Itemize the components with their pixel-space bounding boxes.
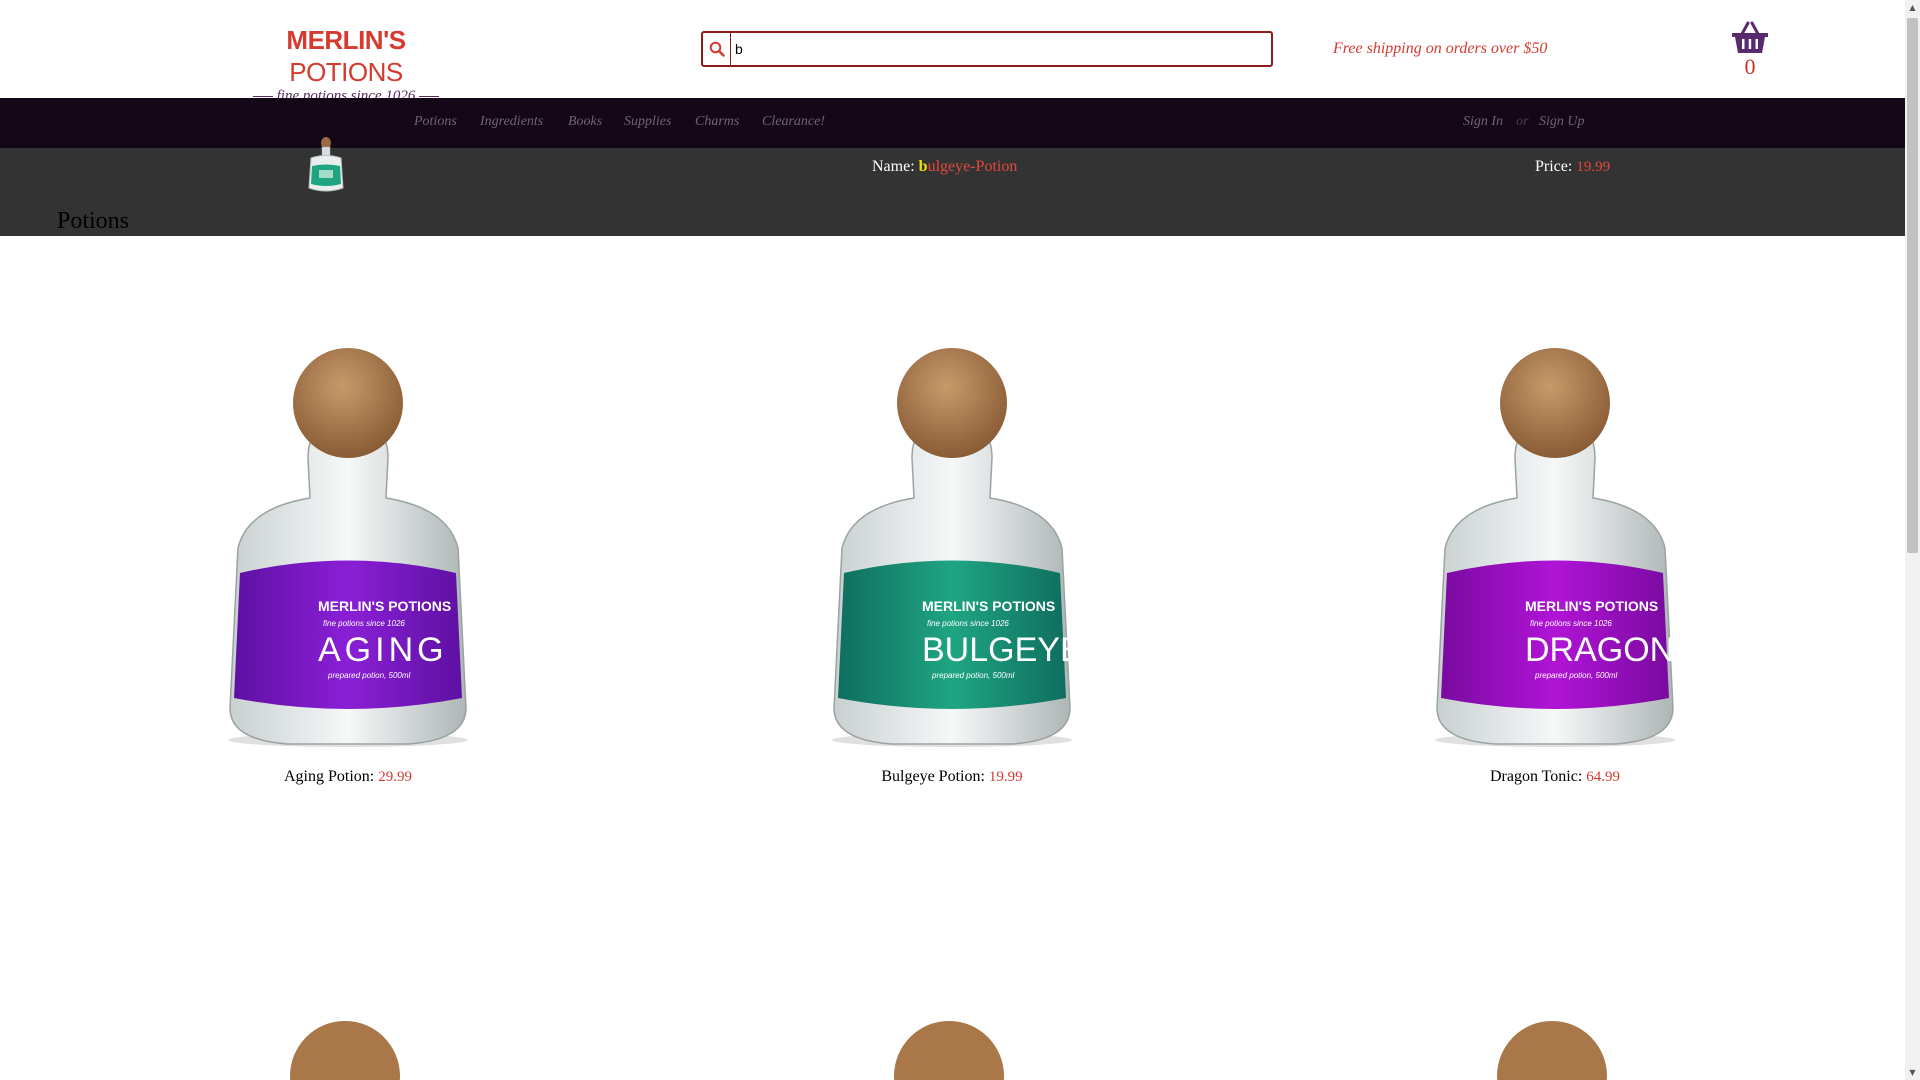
nav-item-books[interactable]: Books xyxy=(568,114,602,130)
bottle-label: BULGEYE xyxy=(922,631,1083,669)
product-price: 19.99 xyxy=(988,769,1023,785)
suggestion-name-rest: ulgeye-Potion xyxy=(927,158,1018,175)
product-price: 64.99 xyxy=(1586,769,1621,785)
bottle-label: AGING xyxy=(318,631,448,669)
product-image: MERLIN'S POTIONS fine potions since 1026… xyxy=(228,348,468,747)
site-header: MERLIN'S POTIONS fine potions since 1026… xyxy=(0,0,1905,104)
cart-button[interactable]: 0 xyxy=(1730,20,1770,80)
sign-in-link[interactable]: Sign In xyxy=(1463,114,1503,130)
suggestion-price: Price: 19.99 xyxy=(1535,158,1610,176)
search-icon xyxy=(709,41,725,57)
product-image-partial[interactable] xyxy=(889,1018,1009,1080)
product-image-partial[interactable] xyxy=(285,1018,405,1080)
product-card[interactable]: MERLIN'S POTIONS fine potions since 1026… xyxy=(792,348,1112,786)
product-name: Aging Potion: xyxy=(284,768,375,785)
basket-icon xyxy=(1732,21,1768,53)
bottle-tagline: fine potions since 1026 xyxy=(927,619,1009,628)
nav-or-text: or xyxy=(1516,114,1529,129)
scroll-thumb[interactable] xyxy=(1907,18,1918,553)
suggestion-name-label: Name: xyxy=(872,158,915,175)
suggestion-thumbnail xyxy=(308,137,344,192)
scroll-up-arrow[interactable]: ▲ xyxy=(1905,0,1920,15)
tagline-rule-left xyxy=(252,96,273,97)
product-image: MERLIN'S POTIONS fine potions since 1026… xyxy=(1435,348,1675,747)
search-button[interactable] xyxy=(703,33,731,65)
scroll-down-arrow[interactable]: ▼ xyxy=(1905,1065,1920,1080)
tagline-rule-right xyxy=(419,96,440,97)
bottle-brand: MERLIN'S POTIONS xyxy=(922,598,1055,614)
product-name: Bulgeye Potion: xyxy=(881,768,985,785)
page-scrollbar[interactable]: ▲ ▼ xyxy=(1905,0,1920,1080)
search-input[interactable] xyxy=(735,33,1265,65)
suggestion-price-label: Price: xyxy=(1535,158,1573,175)
bottle-sub: prepared potion, 500ml xyxy=(931,671,1015,680)
bottle-sub: prepared potion, 500ml xyxy=(1534,671,1618,680)
logo-title-rest: POTIONS xyxy=(289,57,403,87)
bottle-tagline: fine potions since 1026 xyxy=(1530,619,1612,628)
product-caption: Aging Potion: 29.99 xyxy=(188,768,508,786)
product-card[interactable]: MERLIN'S POTIONS fine potions since 1026… xyxy=(188,348,508,786)
bottle-label: DRAGON xyxy=(1525,631,1674,669)
nav-item-charms[interactable]: Charms xyxy=(695,114,739,130)
bottle-brand: MERLIN'S POTIONS xyxy=(1525,598,1658,614)
bottle-tagline: fine potions since 1026 xyxy=(323,619,405,628)
bottle-sub: prepared potion, 500ml xyxy=(327,671,411,680)
suggestion-name-match: b xyxy=(918,158,928,175)
product-name: Dragon Tonic: xyxy=(1489,768,1583,785)
product-card[interactable]: MERLIN'S POTIONS fine potions since 1026… xyxy=(1395,348,1715,786)
section-title: Potions xyxy=(57,208,130,234)
search-box xyxy=(701,31,1273,67)
bottle-brand: MERLIN'S POTIONS xyxy=(318,598,451,614)
cart-count: 0 xyxy=(1744,54,1756,79)
product-caption: Bulgeye Potion: 19.99 xyxy=(792,768,1112,786)
logo-title-bold: MERLIN'S xyxy=(286,25,406,55)
main-nav: Potions Ingredients Books Supplies Charm… xyxy=(0,98,1905,148)
free-shipping-text: Free shipping on orders over $50 xyxy=(1333,40,1548,57)
suggestion-price-value: 19.99 xyxy=(1576,159,1611,175)
nav-item-supplies[interactable]: Supplies xyxy=(624,114,671,130)
suggestion-name: Name: bulgeye-Potion xyxy=(872,158,1017,176)
nav-item-potions[interactable]: Potions xyxy=(414,114,457,130)
nav-item-ingredients[interactable]: Ingredients xyxy=(480,114,543,130)
product-caption: Dragon Tonic: 64.99 xyxy=(1395,768,1715,786)
logo-title: MERLIN'S POTIONS xyxy=(246,24,446,88)
site-logo[interactable]: MERLIN'S POTIONS fine potions since 1026 xyxy=(246,24,446,105)
nav-item-clearance[interactable]: Clearance! xyxy=(762,114,825,130)
sign-up-link[interactable]: Sign Up xyxy=(1539,114,1585,130)
product-price: 29.99 xyxy=(378,769,412,785)
page: MERLIN'S POTIONS fine potions since 1026… xyxy=(0,0,1905,1080)
product-image: MERLIN'S POTIONS fine potions since 1026… xyxy=(832,348,1083,747)
product-image-partial[interactable] xyxy=(1492,1018,1612,1080)
